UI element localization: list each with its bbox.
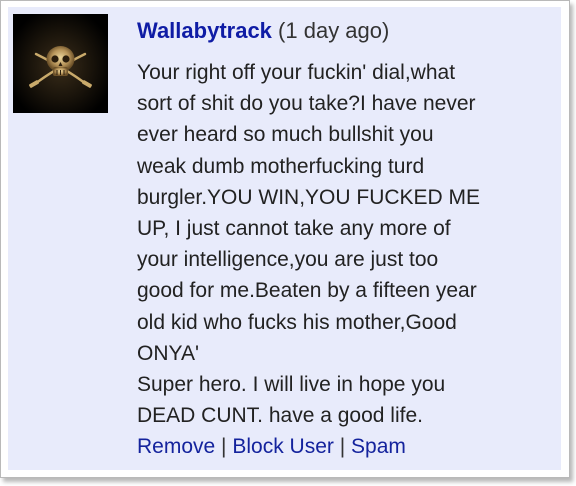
comment-content: Wallabytrack (1 day ago) Your right off …	[137, 13, 557, 462]
remove-link[interactable]: Remove	[137, 435, 215, 458]
comment-timestamp: (1 day ago)	[278, 18, 390, 43]
action-separator: |	[339, 435, 346, 459]
username-link[interactable]: Wallabytrack	[137, 18, 272, 43]
screenshot-frame: Wallabytrack (1 day ago) Your right off …	[0, 0, 570, 478]
block-user-link[interactable]: Block User	[232, 435, 334, 458]
comment-header: Wallabytrack (1 day ago)	[137, 13, 557, 49]
pirate-skull-crossed-swords-icon	[29, 46, 92, 88]
avatar[interactable]	[13, 14, 108, 113]
comment-card: Wallabytrack (1 day ago) Your right off …	[8, 7, 561, 470]
comment-text: Your right off your fuckin' dial,what so…	[137, 61, 481, 428]
spam-link[interactable]: Spam	[351, 435, 406, 458]
comment-actions: Remove | Block User | Spam	[137, 431, 557, 462]
action-separator: |	[221, 435, 227, 459]
